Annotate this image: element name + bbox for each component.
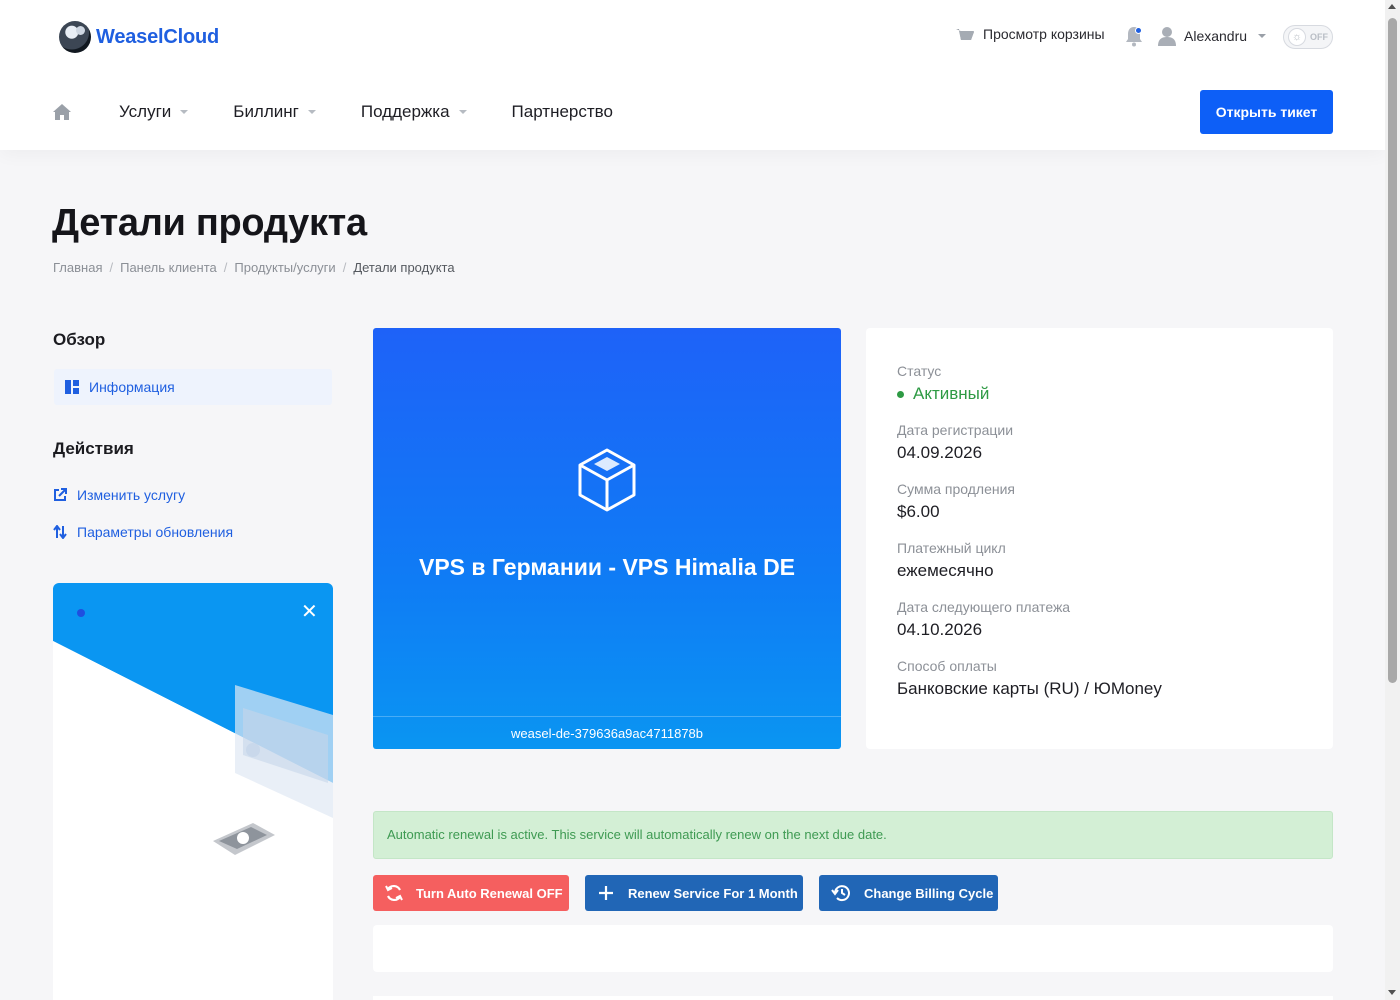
- scrollbar-thumb[interactable]: [1388, 18, 1397, 683]
- page-title: Детали продукта: [52, 202, 367, 244]
- nav-support-label: Поддержка: [360, 102, 450, 121]
- overview-heading: Обзор: [53, 330, 106, 349]
- close-icon[interactable]: ✕: [301, 602, 318, 622]
- sync-icon: [385, 884, 403, 902]
- brand-name: WeaselCloud: [96, 25, 220, 48]
- brand-logo[interactable]: WeaselCloud: [59, 21, 219, 53]
- chevron-down-icon: [307, 110, 316, 114]
- product-hostname: weasel-de-379636a9ac4711878b: [373, 716, 841, 749]
- notification-dot: [1135, 27, 1142, 34]
- chevron-down-icon: [180, 110, 189, 114]
- next-due-label: Дата следующего платежа: [897, 599, 1071, 615]
- breadcrumb-home[interactable]: Главная: [53, 260, 102, 275]
- breadcrumb: Главная / Панель клиента / Продукты/услу…: [53, 260, 455, 275]
- status-dot-icon: [897, 390, 904, 398]
- sort-arrows-icon: [53, 525, 67, 539]
- button-label: Change Billing Cycle: [864, 885, 994, 901]
- renewal-amount-label: Сумма продления: [897, 481, 1015, 497]
- reg-date-row: Дата регистрации 04.09.2026: [897, 422, 1302, 463]
- breadcrumb-separator: /: [223, 260, 228, 275]
- button-label: Turn Auto Renewal OFF: [416, 885, 563, 901]
- sidebar-action-label: Изменить услугу: [77, 487, 186, 503]
- home-icon[interactable]: [52, 103, 72, 121]
- actions-heading: Действия: [53, 439, 134, 458]
- product-card: VPS в Германии - VPS Himalia DE weasel-d…: [373, 328, 841, 749]
- renewal-amount-value: $6.00: [897, 502, 940, 521]
- next-due-value: 04.10.2026: [897, 620, 983, 639]
- status-label: Статус: [897, 363, 942, 379]
- scroll-down-arrow-icon[interactable]: [1388, 990, 1396, 995]
- promo-indicator-dot: [77, 609, 85, 617]
- status-value: Активный: [913, 384, 990, 403]
- site-header: WeaselCloud Просмотр корзины Alexandru ☼…: [0, 0, 1385, 150]
- open-ticket-button[interactable]: Открыть тикет: [1200, 90, 1333, 134]
- sidebar-item-information[interactable]: Информация: [54, 369, 332, 405]
- payment-method-row: Способ оплаты Банковские карты (RU) / ЮM…: [897, 658, 1302, 699]
- view-cart-link[interactable]: Просмотр корзины: [955, 26, 1105, 42]
- status-row: Статус Активный: [897, 363, 1302, 404]
- reg-date-value: 04.09.2026: [897, 443, 983, 462]
- content-panel-edge: [373, 996, 1333, 1000]
- user-menu[interactable]: Alexandru: [1158, 26, 1267, 46]
- nav-affiliates[interactable]: Партнерство: [512, 102, 613, 122]
- breadcrumb-separator: /: [342, 260, 347, 275]
- cart-icon: [956, 29, 974, 40]
- sidebar-action-label: Параметры обновления: [77, 524, 234, 540]
- payment-method-value: Банковские карты (RU) / ЮMoney: [897, 679, 1162, 698]
- dashboard-icon: [65, 380, 79, 394]
- status-badge: Активный: [897, 384, 1302, 404]
- sidebar-item-label: Информация: [89, 379, 175, 395]
- renew-service-button[interactable]: Renew Service For 1 Month: [585, 875, 803, 911]
- main-nav: Услуги Биллинг Поддержка Партнерство: [52, 94, 658, 130]
- theme-toggle-label: OFF: [1310, 32, 1328, 42]
- breadcrumb-separator: /: [109, 260, 114, 275]
- theme-toggle[interactable]: ☼ OFF: [1283, 25, 1333, 49]
- renewal-amount-row: Сумма продления $6.00: [897, 481, 1302, 522]
- weasel-logo-icon: [59, 21, 91, 53]
- cart-label: Просмотр корзины: [983, 26, 1105, 42]
- payment-method-label: Способ оплаты: [897, 658, 997, 674]
- history-icon: [831, 885, 850, 902]
- cube-icon: [578, 448, 636, 512]
- nav-support[interactable]: Поддержка: [361, 102, 467, 122]
- sun-icon: ☼: [1288, 28, 1306, 46]
- chevron-down-icon: [458, 110, 467, 114]
- promo-illustration: [53, 583, 333, 1000]
- nav-services-label: Услуги: [119, 102, 172, 121]
- nav-billing[interactable]: Биллинг: [233, 102, 316, 122]
- chevron-down-icon: [1258, 34, 1267, 38]
- promo-banner: ✕: [53, 583, 333, 1000]
- breadcrumb-current: Детали продукта: [353, 260, 455, 275]
- nav-affiliates-label: Партнерство: [511, 102, 613, 121]
- billing-cycle-row: Платежный цикл ежемесячно: [897, 540, 1302, 581]
- plus-icon: [599, 886, 613, 900]
- nav-billing-label: Биллинг: [233, 102, 299, 121]
- breadcrumb-products[interactable]: Продукты/услуги: [234, 260, 335, 275]
- scroll-up-arrow-icon[interactable]: [1388, 4, 1396, 9]
- user-icon: [1158, 27, 1176, 46]
- billing-cycle-value: ежемесячно: [897, 561, 994, 580]
- auto-renewal-alert: Automatic renewal is active. This servic…: [373, 811, 1333, 859]
- user-name: Alexandru: [1184, 28, 1248, 44]
- breadcrumb-client-area[interactable]: Панель клиента: [120, 260, 217, 275]
- sidebar-action-renewal-options[interactable]: Параметры обновления: [53, 524, 233, 540]
- product-name: VPS в Германии - VPS Himalia DE: [418, 554, 796, 580]
- nav-services[interactable]: Услуги: [119, 102, 189, 122]
- change-billing-cycle-button[interactable]: Change Billing Cycle: [819, 875, 998, 911]
- external-link-icon: [54, 488, 67, 501]
- reg-date-label: Дата регистрации: [897, 422, 1014, 438]
- turn-auto-renewal-off-button[interactable]: Turn Auto Renewal OFF: [373, 875, 569, 911]
- next-due-row: Дата следующего платежа 04.10.2026: [897, 599, 1302, 640]
- product-info-card: Статус Активный Дата регистрации 04.09.2…: [866, 328, 1333, 749]
- content-panel: [373, 925, 1333, 972]
- sidebar-action-upgrade[interactable]: Изменить услугу: [53, 487, 185, 503]
- billing-cycle-label: Платежный цикл: [897, 540, 1006, 556]
- button-label: Renew Service For 1 Month: [628, 885, 798, 901]
